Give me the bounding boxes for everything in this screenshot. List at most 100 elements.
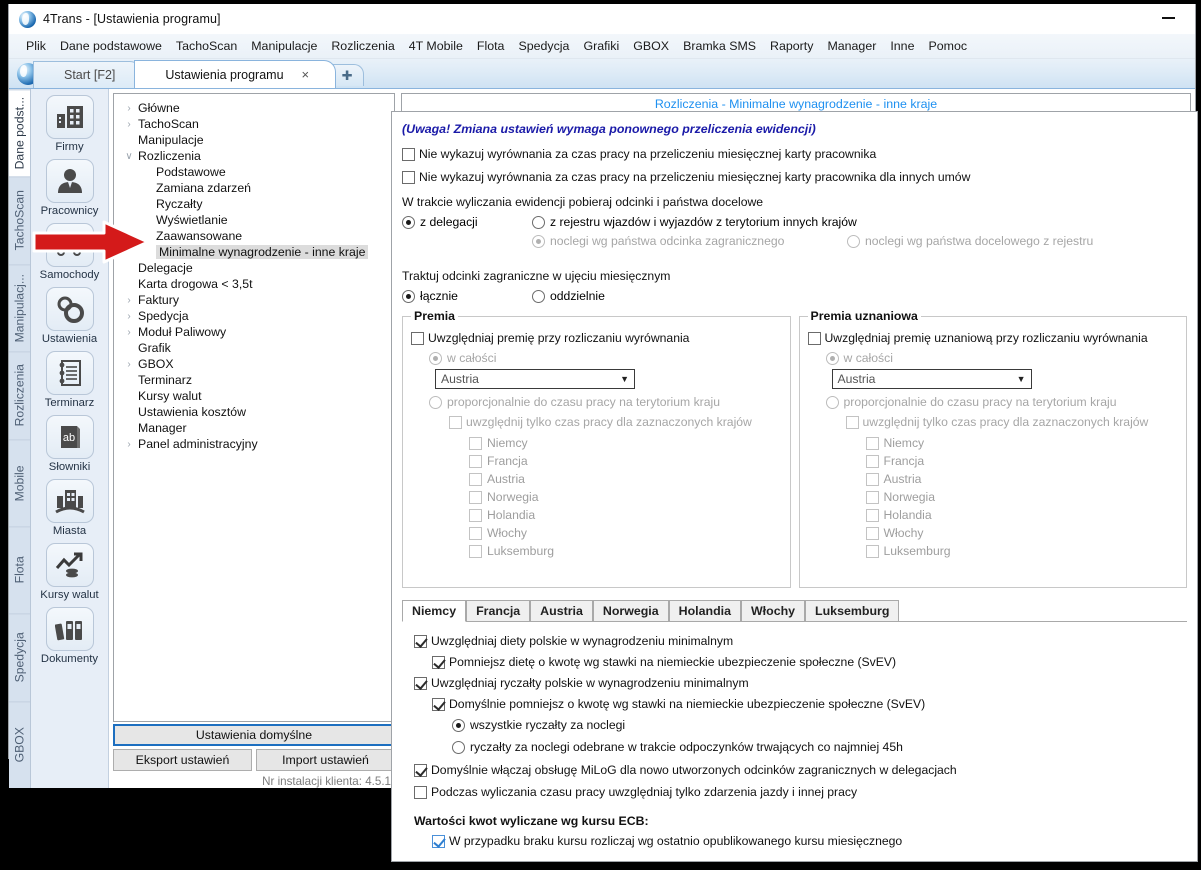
shortcut-dokumenty[interactable]: Dokumenty bbox=[33, 607, 107, 665]
fetch-from-registry-option[interactable]: z rejestru wjazdów i wyjazdów z terytori… bbox=[532, 215, 857, 230]
bonus-enable-row[interactable]: Uwzględniaj premię przy rozliczaniu wyró… bbox=[411, 331, 782, 346]
include-polish-lumpsums-row[interactable]: Uwzględniaj ryczałty polskie w wynagrodz… bbox=[414, 676, 1183, 691]
shortcut-miasta[interactable]: Miasta bbox=[33, 479, 107, 537]
export-settings-button[interactable]: Eksport ustawień bbox=[113, 749, 252, 771]
tree-item-kursy-walut[interactable]: Kursy walut bbox=[114, 388, 394, 404]
ecb-fallback-rate-row[interactable]: W przypadku braku kursu rozliczaj wg ost… bbox=[432, 834, 1183, 849]
tree-item-zamiana-zdarze[interactable]: Zamiana zdarzeń bbox=[114, 180, 394, 196]
country-tab-austria[interactable]: Austria bbox=[530, 600, 593, 621]
menu-item-pomoc[interactable]: Pomoc bbox=[921, 36, 974, 56]
ecb-fallback-rate-checkbox[interactable] bbox=[432, 835, 445, 848]
country-tab-holandia[interactable]: Holandia bbox=[668, 600, 741, 621]
no-equalization-other-contracts-row[interactable]: Nie wykazuj wyrównania za czas pracy na … bbox=[402, 170, 1187, 185]
no-equalization-monthly-card-checkbox[interactable] bbox=[402, 148, 415, 161]
country-tab-norwegia[interactable]: Norwegia bbox=[592, 600, 669, 621]
tree-item-karta-drogowa-3-5t[interactable]: Karta drogowa < 3,5t bbox=[114, 276, 394, 292]
menu-item-flota[interactable]: Flota bbox=[470, 36, 512, 56]
default-milog-row[interactable]: Domyślnie włączaj obsługę MiLoG dla nowo… bbox=[414, 763, 1183, 778]
country-tab-w-ochy[interactable]: Włochy bbox=[740, 600, 806, 621]
include-polish-lumpsums-checkbox[interactable] bbox=[414, 677, 427, 690]
tree-item-modu-paliwowy[interactable]: › Moduł Paliwowy bbox=[114, 324, 394, 340]
rail-item-mobile[interactable]: Mobile bbox=[9, 438, 30, 526]
menu-item-spedycja[interactable]: Spedycja bbox=[511, 36, 576, 56]
reduce-allowance-svev-row[interactable]: Pomniejsz dietę o kwotę wg stawki na nie… bbox=[432, 655, 1183, 670]
chevron-icon[interactable]: › bbox=[120, 119, 138, 130]
no-equalization-monthly-card-row[interactable]: Nie wykazuj wyrównania za czas pracy na … bbox=[402, 147, 1187, 162]
only-driving-events-checkbox[interactable] bbox=[414, 786, 427, 799]
rail-item-manipulacj[interactable]: Manipulacj... bbox=[9, 263, 30, 352]
include-polish-allowances-row[interactable]: Uwzględniaj diety polskie w wynagrodzeni… bbox=[414, 634, 1183, 649]
chevron-icon[interactable]: ∨ bbox=[120, 151, 138, 162]
import-settings-button[interactable]: Import ustawień bbox=[256, 749, 395, 771]
tab-start-f2[interactable]: Start [F2] bbox=[33, 61, 143, 88]
tab-ustawienia-programu[interactable]: Ustawienia programu × bbox=[134, 60, 337, 88]
tree-item-delegacje[interactable]: Delegacje bbox=[114, 260, 394, 276]
country-tab-luksemburg[interactable]: Luksemburg bbox=[805, 600, 900, 621]
together-option[interactable]: łącznie bbox=[402, 289, 532, 304]
tree-item-manager[interactable]: Manager bbox=[114, 420, 394, 436]
menu-item-rozliczenia[interactable]: Rozliczenia bbox=[324, 36, 401, 56]
include-polish-allowances-checkbox[interactable] bbox=[414, 635, 427, 648]
discretionary-bonus-enable-checkbox[interactable] bbox=[807, 332, 821, 345]
rail-item-flota[interactable]: Flota bbox=[9, 525, 30, 614]
discretionary-bonus-enable-row[interactable]: Uwzględniaj premię uznaniową przy rozlic… bbox=[807, 331, 1179, 346]
tree-item-rycza-ty[interactable]: Ryczałty bbox=[114, 196, 394, 212]
menu-item-manager[interactable]: Manager bbox=[820, 36, 883, 56]
country-tab-francja[interactable]: Francja bbox=[466, 600, 531, 621]
menu-item-bramka-sms[interactable]: Bramka SMS bbox=[676, 36, 763, 56]
tree-item-zaawansowane[interactable]: Zaawansowane bbox=[114, 228, 394, 244]
tree-item-terminarz[interactable]: Terminarz bbox=[114, 372, 394, 388]
shortcut-terminarz[interactable]: Terminarz bbox=[33, 351, 107, 409]
menu-item-raporty[interactable]: Raporty bbox=[763, 36, 820, 56]
menu-item-manipulacje[interactable]: Manipulacje bbox=[244, 36, 324, 56]
minimize-icon[interactable] bbox=[1147, 4, 1189, 32]
discretionary-bonus-country-combobox[interactable]: Austria ▼ bbox=[831, 369, 1032, 389]
rail-item-spedycja[interactable]: Spedycja bbox=[9, 613, 30, 701]
menu-item-tachoscan[interactable]: TachoScan bbox=[169, 36, 244, 56]
separately-radio[interactable] bbox=[532, 290, 545, 303]
default-reduce-svev-row[interactable]: Domyślnie pomniejsz o kwotę wg stawki na… bbox=[432, 697, 1183, 712]
chevron-icon[interactable]: › bbox=[120, 311, 138, 322]
chevron-icon[interactable]: › bbox=[120, 439, 138, 450]
close-icon[interactable]: × bbox=[302, 67, 310, 82]
reduce-allowance-svev-checkbox[interactable] bbox=[432, 656, 445, 669]
tree-item-spedycja[interactable]: › Spedycja bbox=[114, 308, 394, 324]
shortcut-kursy-walut[interactable]: Kursy walut bbox=[33, 543, 107, 601]
shortcut-firmy[interactable]: Firmy bbox=[33, 95, 107, 153]
default-reduce-svev-checkbox[interactable] bbox=[432, 698, 445, 711]
tree-item-grafik[interactable]: Grafik bbox=[114, 340, 394, 356]
chevron-icon[interactable]: › bbox=[120, 359, 138, 370]
tree-item-podstawowe[interactable]: Podstawowe bbox=[114, 164, 394, 180]
fetch-from-delegation-radio[interactable] bbox=[402, 216, 415, 229]
tree-item-rozliczenia[interactable]: ∨ Rozliczenia bbox=[114, 148, 394, 164]
menu-item-plik[interactable]: Plik bbox=[19, 36, 53, 56]
fetch-from-delegation-option[interactable]: z delegacji bbox=[402, 215, 532, 230]
tree-item-wy-wietlanie[interactable]: Wyświetlanie bbox=[114, 212, 394, 228]
rest-45h-lumpsums-option[interactable]: ryczałty za noclegi odebrane w trakcie o… bbox=[452, 740, 1183, 755]
no-equalization-other-contracts-checkbox[interactable] bbox=[402, 171, 415, 184]
rest-45h-lumpsums-radio[interactable] bbox=[452, 741, 465, 754]
shortcut-pracownicy[interactable]: Pracownicy bbox=[33, 159, 107, 217]
separately-option[interactable]: oddzielnie bbox=[532, 289, 605, 304]
shortcut-s-owniki[interactable]: ab Słowniki bbox=[33, 415, 107, 473]
tree-item-manipulacje[interactable]: Manipulacje bbox=[114, 132, 394, 148]
tree-item-g-wne[interactable]: › Główne bbox=[114, 100, 394, 116]
menu-item-inne[interactable]: Inne bbox=[883, 36, 921, 56]
rail-item-tachoscan[interactable]: TachoScan bbox=[9, 176, 30, 264]
default-milog-checkbox[interactable] bbox=[414, 764, 427, 777]
tree-item-tachoscan[interactable]: › TachoScan bbox=[114, 116, 394, 132]
together-radio[interactable] bbox=[402, 290, 415, 303]
tree-item-panel-administracyjny[interactable]: › Panel administracyjny bbox=[114, 436, 394, 452]
chevron-icon[interactable]: › bbox=[120, 295, 138, 306]
all-overnight-lumpsums-option[interactable]: wszystkie ryczałty za noclegi bbox=[452, 718, 1183, 733]
rail-item-rozliczenia[interactable]: Rozliczenia bbox=[9, 351, 30, 439]
bonus-country-combobox[interactable]: Austria ▼ bbox=[435, 369, 635, 389]
fetch-from-registry-radio[interactable] bbox=[532, 216, 545, 229]
country-tab-niemcy[interactable]: Niemcy bbox=[402, 600, 467, 622]
menu-item-grafiki[interactable]: Grafiki bbox=[576, 36, 626, 56]
tree-item-gbox[interactable]: › GBOX bbox=[114, 356, 394, 372]
menu-item-4t-mobile[interactable]: 4T Mobile bbox=[402, 36, 470, 56]
chevron-icon[interactable]: › bbox=[120, 103, 138, 114]
tree-item-minimalne-wynagrodzenie-inne-kraje[interactable]: Minimalne wynagrodzenie - inne kraje bbox=[114, 244, 394, 260]
menu-item-dane-podstawowe[interactable]: Dane podstawowe bbox=[53, 36, 169, 56]
